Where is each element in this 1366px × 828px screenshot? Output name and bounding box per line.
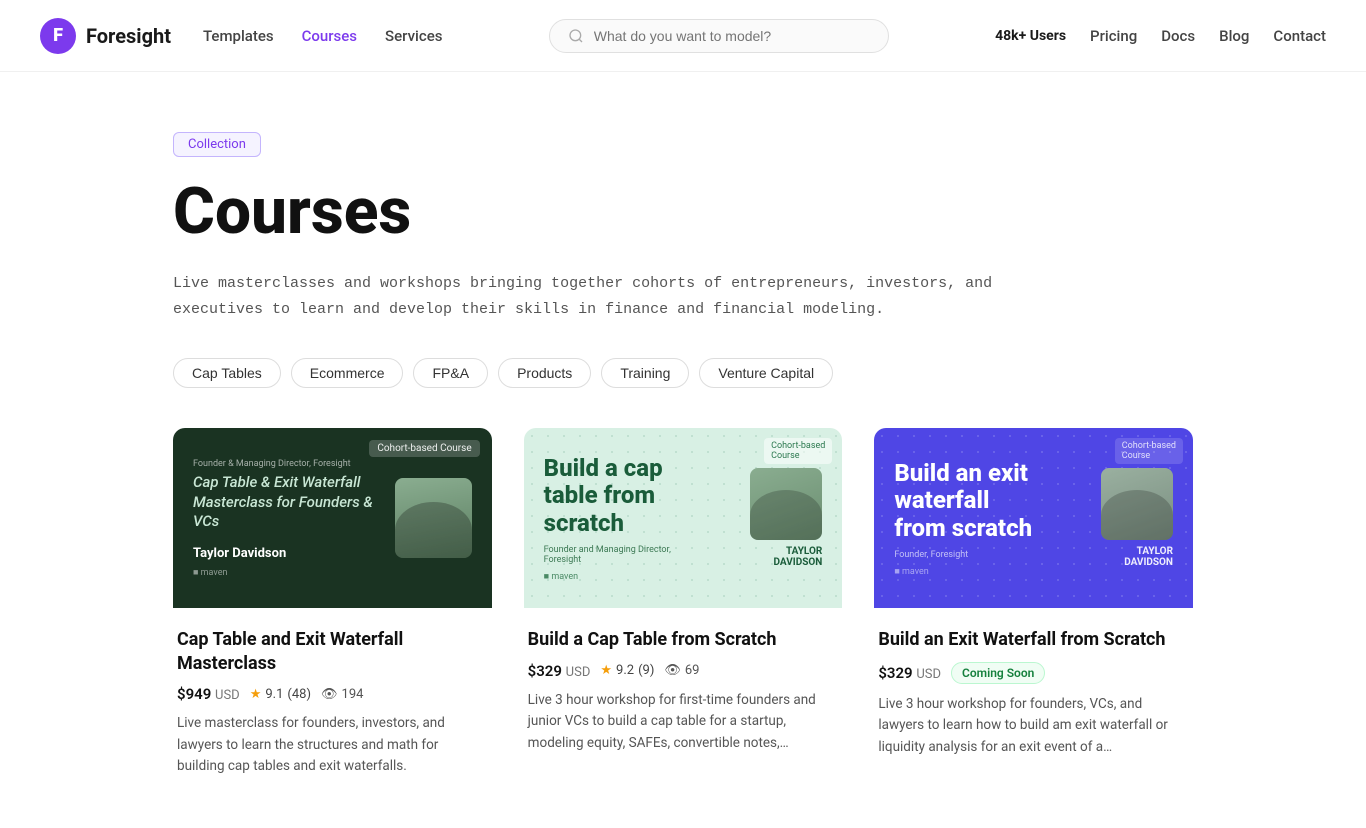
card2-body: Build a Cap Table from Scratch $329 USD … xyxy=(524,608,843,764)
card1-title-italic: Cap Table & Exit WaterfallMasterclass fo… xyxy=(193,473,395,532)
logo-letter: F xyxy=(53,25,63,46)
card1-viewers: 👁 194 xyxy=(321,687,363,702)
card1-maven: ■ maven xyxy=(193,567,395,578)
logo-link[interactable]: F Foresight xyxy=(40,18,171,54)
users-badge: 48k+ Users xyxy=(995,28,1066,44)
card2-name: Build a Cap Table from Scratch xyxy=(528,628,839,651)
card1-role: Founder & Managing Director, Foresight xyxy=(193,459,395,469)
filter-fpa[interactable]: FP&A xyxy=(413,358,488,388)
collection-badge: Collection xyxy=(173,132,261,157)
logo-text: Foresight xyxy=(86,24,171,48)
card3-title-overlay: Build an exitwaterfallfrom scratch xyxy=(894,460,1032,543)
nav-pricing[interactable]: Pricing xyxy=(1090,27,1137,45)
navbar: F Foresight Templates Courses Services 4… xyxy=(0,0,1366,72)
card-image-3: Cohort-basedCourse Build an exitwaterfal… xyxy=(874,428,1193,608)
nav-services[interactable]: Services xyxy=(385,27,442,45)
card1-name: Cap Table and Exit Waterfall Masterclass xyxy=(177,628,488,675)
course-card-2[interactable]: Cohort-basedCourse Build a captable from… xyxy=(524,428,843,788)
nav-contact[interactable]: Contact xyxy=(1273,27,1326,45)
filter-training[interactable]: Training xyxy=(601,358,689,388)
card3-body: Build an Exit Waterfall from Scratch $32… xyxy=(874,608,1193,768)
search-icon xyxy=(568,28,584,44)
search-bar xyxy=(549,19,889,53)
filter-products[interactable]: Products xyxy=(498,358,591,388)
card2-author: TAYLORDAVIDSON xyxy=(774,546,823,568)
card3-name: Build an Exit Waterfall from Scratch xyxy=(878,628,1189,651)
nav-courses[interactable]: Courses xyxy=(302,27,357,45)
courses-grid: Cohort-based Course Founder & Managing D… xyxy=(173,428,1193,788)
card-image-1: Cohort-based Course Founder & Managing D… xyxy=(173,428,492,608)
nav-docs[interactable]: Docs xyxy=(1161,27,1195,45)
search-input[interactable] xyxy=(594,28,870,44)
card3-price-row: $329 USD Coming Soon xyxy=(878,662,1189,684)
card2-avatar xyxy=(750,468,822,540)
card1-author: Taylor Davidson xyxy=(193,546,395,561)
course-card-1[interactable]: Cohort-based Course Founder & Managing D… xyxy=(173,428,492,788)
coming-soon-badge: Coming Soon xyxy=(951,662,1045,684)
card1-price: $949 USD xyxy=(177,685,240,703)
nav-templates[interactable]: Templates xyxy=(203,27,274,45)
nav-right: 48k+ Users Pricing Docs Blog Contact xyxy=(995,27,1326,45)
card-badge-1: Cohort-based Course xyxy=(369,440,479,457)
card2-rating: ★ 9.2 (9) xyxy=(600,663,654,678)
main-content: Collection Courses Live masterclasses an… xyxy=(133,72,1233,828)
card2-title-overlay: Build a captable fromscratch xyxy=(544,455,671,538)
card2-price: $329 USD xyxy=(528,662,591,680)
filter-ecommerce[interactable]: Ecommerce xyxy=(291,358,404,388)
nav-links: Templates Courses Services xyxy=(203,27,442,45)
filter-tags: Cap Tables Ecommerce FP&A Products Train… xyxy=(173,358,1193,388)
card1-price-row: $949 USD ★ 9.1 (48) 👁 194 xyxy=(177,685,488,703)
filter-venture-capital[interactable]: Venture Capital xyxy=(699,358,833,388)
card3-author: TAYLORDAVIDSON xyxy=(1124,546,1173,568)
page-description: Live masterclasses and workshops bringin… xyxy=(173,271,993,322)
card2-role: Founder and Managing Director,Foresight xyxy=(544,545,671,565)
card1-rating: ★ 9.1 (48) xyxy=(250,687,311,702)
card3-price: $329 USD xyxy=(878,664,941,682)
nav-blog[interactable]: Blog xyxy=(1219,27,1249,45)
card1-desc: Live masterclass for founders, investors… xyxy=(177,713,488,778)
card2-maven: ■ maven xyxy=(544,571,671,582)
card1-body: Cap Table and Exit Waterfall Masterclass… xyxy=(173,608,492,788)
course-card-3[interactable]: Cohort-basedCourse Build an exitwaterfal… xyxy=(874,428,1193,788)
card3-avatar xyxy=(1101,468,1173,540)
filter-cap-tables[interactable]: Cap Tables xyxy=(173,358,281,388)
card1-avatar xyxy=(395,478,472,558)
card2-desc: Live 3 hour workshop for first-time foun… xyxy=(528,690,839,755)
card3-role: Founder, Foresight xyxy=(894,550,1032,560)
card3-desc: Live 3 hour workshop for founders, VCs, … xyxy=(878,694,1189,759)
card-image-2: Cohort-basedCourse Build a captable from… xyxy=(524,428,843,608)
card3-maven: ■ maven xyxy=(894,566,1032,577)
logo-icon: F xyxy=(40,18,76,54)
card2-viewers: 👁 69 xyxy=(664,663,699,678)
page-title: Courses xyxy=(173,177,1193,247)
card2-price-row: $329 USD ★ 9.2 (9) 👁 69 xyxy=(528,662,839,680)
